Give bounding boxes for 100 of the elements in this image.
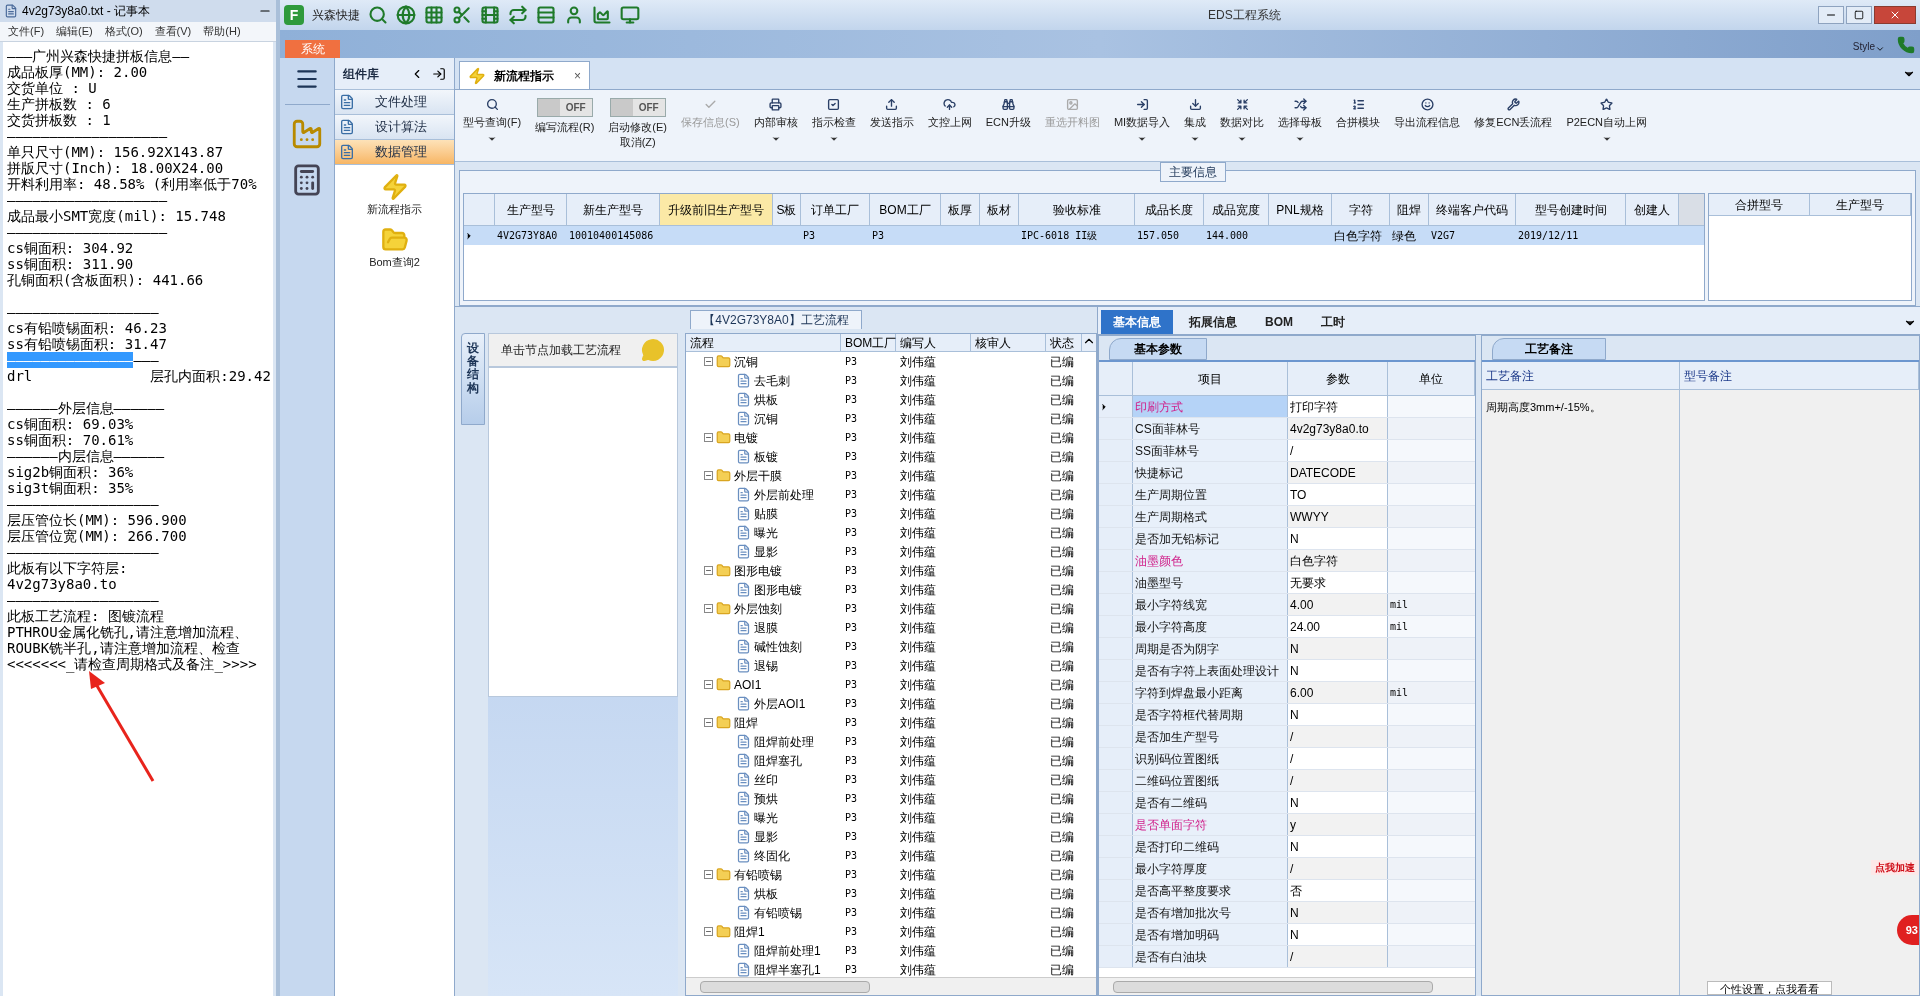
parameter-value[interactable]: N: [1288, 704, 1388, 725]
monitor-icon[interactable]: [620, 5, 640, 25]
area-chart-icon[interactable]: [592, 5, 612, 25]
column-header[interactable]: 终端客户代码: [1429, 194, 1516, 225]
toolbar-button[interactable]: 内部审核: [753, 98, 798, 144]
tree-node[interactable]: 退膜: [754, 618, 778, 637]
tree-node[interactable]: 阻焊1: [734, 922, 765, 941]
parameter-name[interactable]: 是否有字符上表面处理设计: [1133, 660, 1288, 681]
parameter-value[interactable]: /: [1288, 946, 1388, 967]
column-header[interactable]: 参数: [1288, 362, 1388, 395]
parameter-value[interactable]: N: [1288, 638, 1388, 659]
tab[interactable]: 基本参数: [1109, 338, 1207, 360]
parameter-value[interactable]: 否: [1288, 880, 1388, 901]
parameter-name[interactable]: 二维码位置图纸: [1133, 770, 1288, 791]
toolbar-button[interactable]: 集成: [1184, 98, 1207, 144]
parameter-name[interactable]: SS面菲林号: [1133, 440, 1288, 461]
tree-node[interactable]: 外层干膜: [734, 466, 782, 485]
column-header[interactable]: BOM工厂: [870, 194, 941, 225]
column-header[interactable]: S板: [773, 194, 801, 225]
column-header[interactable]: 流程: [686, 334, 841, 351]
toolbar-button[interactable]: MI数据导入: [1113, 98, 1171, 144]
column-header[interactable]: PNL规格: [1269, 194, 1332, 225]
column-header[interactable]: 状态: [1046, 334, 1082, 351]
expand-toggle[interactable]: [704, 357, 713, 366]
close-tab-button[interactable]: ×: [574, 66, 581, 85]
tree-node[interactable]: 贴膜: [754, 504, 778, 523]
toggle-switch[interactable]: OFF: [536, 98, 593, 117]
horizontal-scrollbar[interactable]: [686, 977, 1096, 995]
tree-node[interactable]: 图形电镀: [734, 561, 782, 580]
parameter-name[interactable]: 是否有增加明码: [1133, 924, 1288, 945]
parameter-value[interactable]: WWYY: [1288, 506, 1388, 527]
parameter-name[interactable]: 是否打印二维码: [1133, 836, 1288, 857]
parameter-value[interactable]: TO: [1288, 484, 1388, 505]
tree-node[interactable]: 显影: [754, 542, 778, 561]
tree-node[interactable]: 阻焊前处理1: [754, 941, 821, 960]
parameter-value[interactable]: 无要求: [1288, 572, 1388, 593]
tree-node[interactable]: 曝光: [754, 523, 778, 542]
tree-node[interactable]: 板镀: [754, 447, 778, 466]
toolbar-button[interactable]: 文控上网: [927, 98, 972, 131]
parameter-name[interactable]: 是否加生产型号: [1133, 726, 1288, 747]
column-header[interactable]: 编写人: [896, 334, 971, 351]
parameter-name[interactable]: 生产周期格式: [1133, 506, 1288, 527]
toolbar-button[interactable]: 型号查询(F): [463, 98, 522, 144]
maximize-button[interactable]: [1846, 6, 1872, 24]
tree-node[interactable]: 曝光: [754, 808, 778, 827]
search-icon[interactable]: [368, 5, 388, 25]
globe-icon[interactable]: [396, 5, 416, 25]
parameter-value[interactable]: N: [1288, 792, 1388, 813]
tree-node[interactable]: 退锡: [754, 656, 778, 675]
toolbar-button[interactable]: 选择母板: [1278, 98, 1323, 144]
tree-node[interactable]: 图形电镀: [754, 580, 802, 599]
grid-icon[interactable]: [424, 5, 444, 25]
parameter-value[interactable]: /: [1288, 726, 1388, 747]
parameter-name[interactable]: 最小字符厚度: [1133, 858, 1288, 879]
vertical-tab[interactable]: 设备结构: [461, 333, 485, 425]
parameter-value[interactable]: /: [1288, 858, 1388, 879]
column-header[interactable]: 订单工厂: [801, 194, 870, 225]
horizontal-scrollbar[interactable]: [1099, 977, 1475, 995]
column-header[interactable]: 阻焊: [1390, 194, 1429, 225]
parameter-value[interactable]: 白色字符: [1288, 550, 1388, 571]
tree-node[interactable]: 阻焊: [734, 713, 758, 732]
column-header[interactable]: 字符: [1332, 194, 1390, 225]
column-header[interactable]: 型号备注: [1680, 362, 1919, 389]
column-header[interactable]: 成品长度: [1135, 194, 1204, 225]
menu-item[interactable]: 帮助(H): [203, 23, 241, 40]
column-header[interactable]: 生产型号: [495, 194, 567, 225]
group-item[interactable]: 设计算法: [335, 115, 454, 140]
tree-node[interactable]: 外层蚀刻: [734, 599, 782, 618]
user-icon[interactable]: [564, 5, 584, 25]
parameter-value[interactable]: 4.00: [1288, 594, 1388, 615]
toolbar-button[interactable]: 导出流程信息: [1394, 98, 1461, 131]
parameter-name[interactable]: 是否有白油块: [1133, 946, 1288, 967]
tree-node[interactable]: 预烘: [754, 789, 778, 808]
column-header[interactable]: 核审人: [971, 334, 1046, 351]
column-header[interactable]: 升级前旧生产型号: [660, 194, 773, 225]
tree-node[interactable]: 阻焊半塞孔1: [754, 960, 821, 977]
tool-item[interactable]: Bom查询2: [335, 225, 454, 270]
group-item[interactable]: 文件处理: [335, 90, 454, 115]
parameter-name[interactable]: 快捷标记: [1133, 462, 1288, 483]
tab[interactable]: BOM: [1253, 310, 1305, 334]
toolbar-button[interactable]: 指示检查: [811, 98, 856, 144]
tree-node[interactable]: 烘板: [754, 884, 778, 903]
tree-node[interactable]: 外层前处理: [754, 485, 814, 504]
parameter-name[interactable]: 是否有增加批次号: [1133, 902, 1288, 923]
parameter-value[interactable]: /: [1288, 770, 1388, 791]
rows-icon[interactable]: [536, 5, 556, 25]
parameter-name[interactable]: 是否加无铅标记: [1133, 528, 1288, 549]
settings-button[interactable]: 个性设置，点我看看: [1707, 981, 1832, 995]
tab[interactable]: 拓展信息: [1177, 310, 1249, 334]
tree-node[interactable]: 沉铜: [734, 352, 758, 371]
parameter-value[interactable]: N: [1288, 924, 1388, 945]
column-header[interactable]: 项目: [1133, 362, 1288, 395]
tree-node[interactable]: 去毛刺: [754, 371, 790, 390]
parameter-name[interactable]: 是否有二维码: [1133, 792, 1288, 813]
tree-node[interactable]: 终固化: [754, 846, 790, 865]
menu-item[interactable]: 文件(F): [8, 23, 45, 40]
tree-node[interactable]: 丝印: [754, 770, 778, 789]
expand-toggle[interactable]: [704, 927, 713, 936]
toolbar-button[interactable]: 数据对比: [1220, 98, 1265, 144]
toolbar-button[interactable]: P2ECN自动上网: [1566, 98, 1648, 144]
